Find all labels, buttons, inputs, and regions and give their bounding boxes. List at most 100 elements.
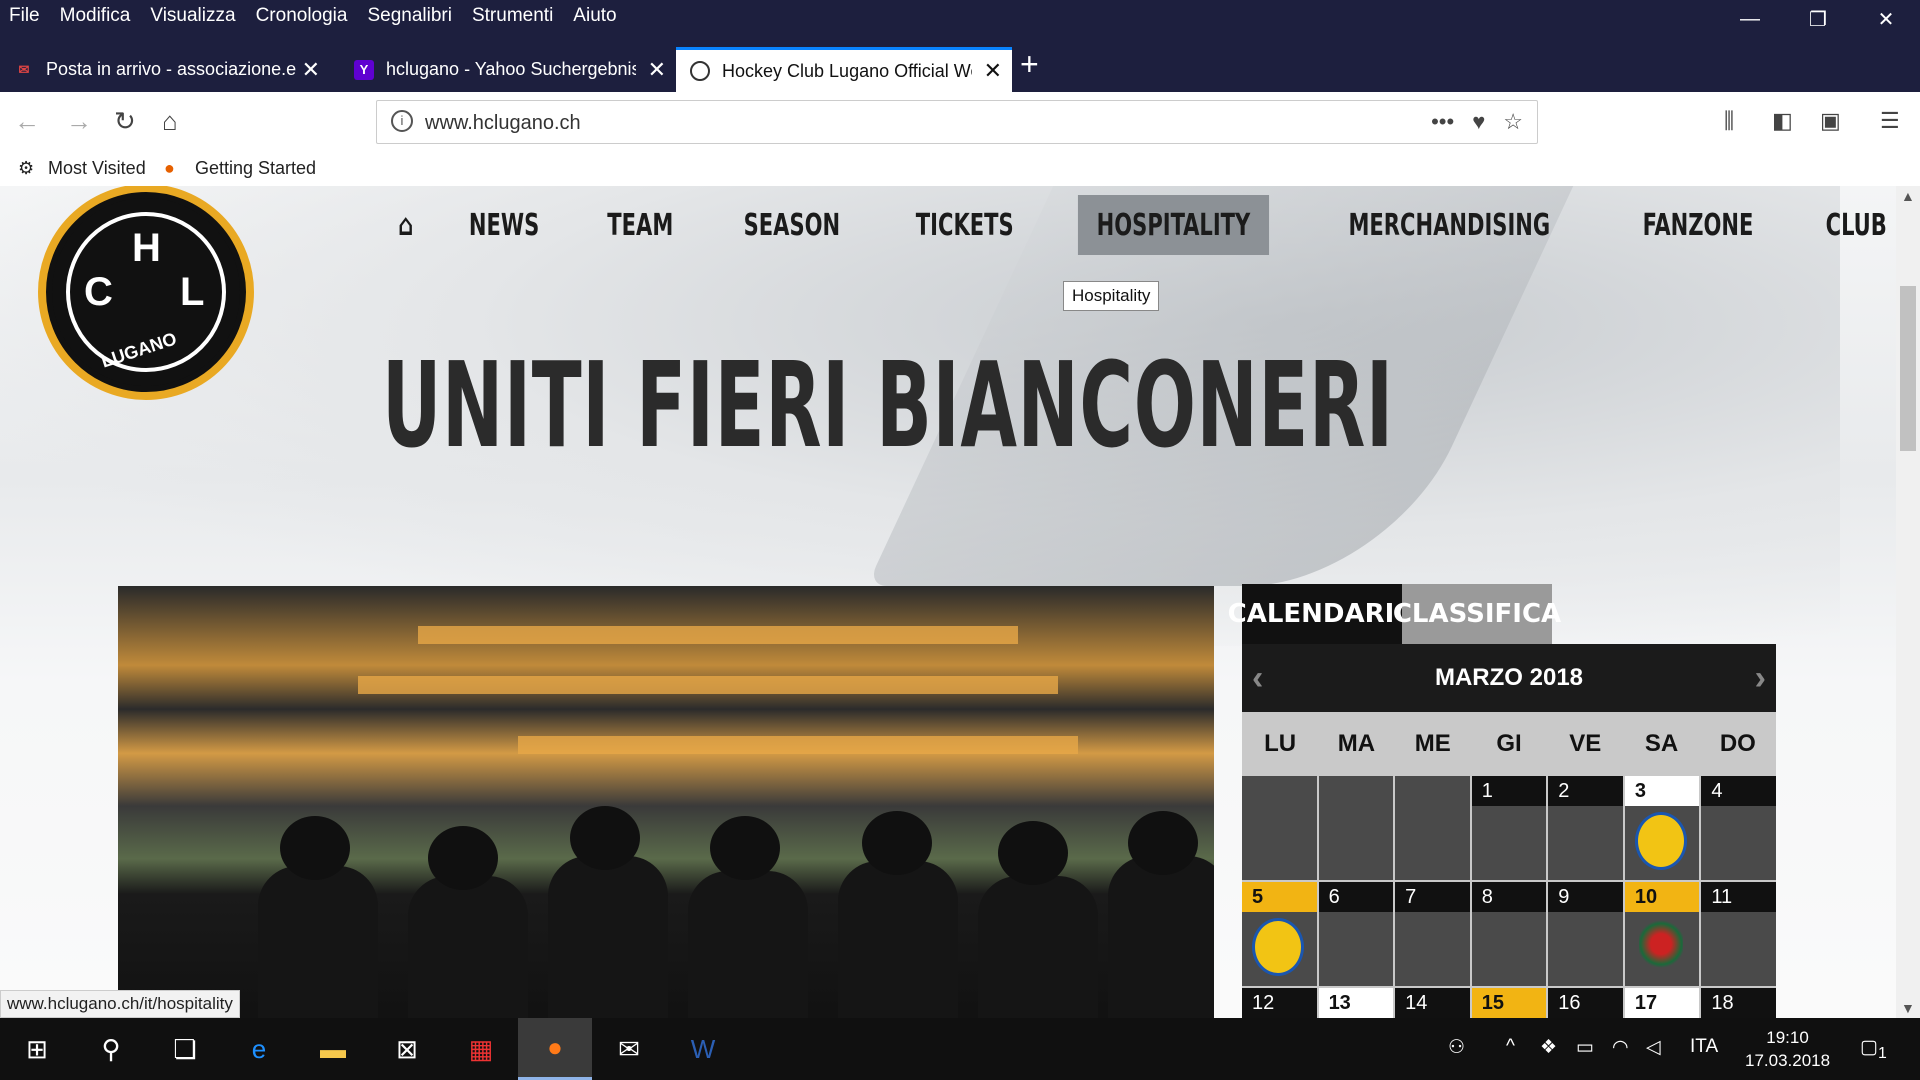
chevron-up-icon[interactable]: ^: [1506, 1036, 1515, 1058]
calendar-day[interactable]: 1: [1471, 776, 1547, 880]
restore-icon[interactable]: ❐: [1784, 0, 1852, 38]
bookmark-star-icon[interactable]: ☆: [1503, 109, 1523, 135]
menu-aiuto[interactable]: Aiuto: [573, 5, 616, 27]
calendar-day[interactable]: 16: [1548, 988, 1623, 1018]
tab-hclugano[interactable]: Hockey Club Lugano Official Web ✕: [676, 47, 1012, 92]
extension-icon[interactable]: ▣: [1820, 108, 1841, 134]
store-icon[interactable]: ⊠: [370, 1018, 444, 1080]
calendar-day[interactable]: 10: [1624, 882, 1700, 986]
task-view-icon[interactable]: ❏: [148, 1018, 222, 1080]
bookmark-getting-started[interactable]: Getting Started: [195, 158, 316, 179]
davos-logo-icon[interactable]: [1634, 812, 1687, 870]
calendar-day[interactable]: 11: [1701, 882, 1776, 986]
menu-file[interactable]: File: [9, 5, 40, 27]
url-text[interactable]: www.hclugano.ch: [425, 112, 581, 135]
close-tab-icon[interactable]: ✕: [984, 58, 1002, 84]
hamburger-menu-icon[interactable]: ☰: [1880, 108, 1900, 134]
battery-icon[interactable]: ▭: [1576, 1036, 1594, 1059]
calendar-day[interactable]: 17: [1624, 988, 1700, 1018]
calendar-day[interactable]: 8: [1471, 882, 1547, 986]
nav-fanzone[interactable]: FANZONE: [1624, 195, 1772, 255]
calendar-day[interactable]: 13: [1318, 988, 1394, 1018]
gift-icon[interactable]: ▦: [444, 1018, 518, 1080]
calendar-day[interactable]: 15: [1471, 988, 1547, 1018]
bookmark-most-visited[interactable]: Most Visited: [48, 158, 146, 179]
pocket-icon[interactable]: ♥: [1472, 109, 1485, 135]
menu-visualizza[interactable]: Visualizza: [150, 5, 235, 27]
wifi-icon[interactable]: ◠: [1612, 1036, 1629, 1059]
info-icon[interactable]: i: [391, 110, 413, 132]
menu-modifica[interactable]: Modifica: [60, 5, 131, 27]
nav-club[interactable]: CLUB: [1807, 195, 1896, 255]
volume-icon[interactable]: ◁: [1646, 1036, 1661, 1059]
davos-logo-icon[interactable]: [1252, 918, 1304, 976]
search-icon[interactable]: ⚲: [74, 1018, 148, 1080]
tab-yahoo[interactable]: Y hclugano - Yahoo Suchergebnisse ✕: [340, 47, 676, 92]
weekday-lu: LU: [1264, 730, 1297, 757]
home-nav-icon[interactable]: ⌂: [383, 195, 429, 255]
nav-merchandising[interactable]: MERCHANDISING: [1330, 195, 1569, 255]
scroll-up-icon[interactable]: ▲: [1901, 188, 1915, 204]
minimize-icon[interactable]: —: [1716, 0, 1784, 38]
page-actions-icon[interactable]: •••: [1431, 109, 1454, 135]
tab-mail[interactable]: ✉ Posta in arrivo - associazione.et ✕: [0, 47, 330, 92]
team-photo[interactable]: [118, 586, 1214, 1018]
day-number: 12: [1242, 988, 1317, 1018]
back-icon[interactable]: ←: [14, 106, 40, 137]
calendar-widget: CALENDARIO CLASSIFICA ‹ MARZO 2018 › LU M…: [1228, 584, 1776, 1018]
start-icon[interactable]: ⊞: [0, 1018, 74, 1080]
menu-segnalibri[interactable]: Segnalibri: [367, 5, 452, 27]
calendar-day[interactable]: 12: [1242, 988, 1317, 1018]
people-icon[interactable]: ⚇: [1448, 1036, 1465, 1059]
calendar-day[interactable]: 5: [1242, 882, 1317, 986]
hcl-logo[interactable]: H C L LUGANO: [38, 186, 254, 400]
scrollbar-thumb[interactable]: [1900, 286, 1916, 451]
calendar-day[interactable]: 18: [1701, 988, 1776, 1018]
close-window-icon[interactable]: ✕: [1852, 0, 1920, 38]
nav-season[interactable]: SEASON: [725, 195, 859, 255]
calendar-day[interactable]: 7: [1395, 882, 1470, 986]
language-indicator[interactable]: ITA: [1690, 1036, 1718, 1058]
calendar-day[interactable]: 9: [1548, 882, 1623, 986]
chevron-left-icon[interactable]: ‹: [1252, 644, 1263, 712]
calendar-day[interactable]: 14: [1395, 988, 1470, 1018]
nav-news[interactable]: NEWS: [451, 195, 559, 255]
menu-strumenti[interactable]: Strumenti: [472, 5, 553, 27]
notification-icon[interactable]: ▢1: [1860, 1036, 1887, 1063]
forward-icon[interactable]: →: [66, 106, 92, 137]
edge-icon[interactable]: e: [222, 1018, 296, 1080]
nav-team[interactable]: TEAM: [588, 195, 691, 255]
scrollbar[interactable]: ▲ ▼: [1896, 186, 1920, 1018]
dropbox-icon[interactable]: ❖: [1540, 1036, 1557, 1059]
library-icon[interactable]: ⫼: [1724, 108, 1734, 134]
nav-hospitality[interactable]: HOSPITALITY: [1078, 195, 1270, 255]
word-icon[interactable]: W: [666, 1018, 740, 1080]
calendar-day[interactable]: 3: [1624, 776, 1700, 880]
calendar-day[interactable]: 6: [1318, 882, 1394, 986]
reload-icon[interactable]: ↻: [114, 106, 136, 137]
close-tab-icon[interactable]: ✕: [302, 57, 320, 83]
url-bar[interactable]: i www.hclugano.ch ••• ♥ ☆: [376, 100, 1538, 144]
home-icon[interactable]: ⌂: [162, 106, 178, 137]
firefox-taskbar-icon[interactable]: ●: [518, 1018, 592, 1080]
day-number: 7: [1395, 882, 1470, 912]
file-explorer-icon[interactable]: ▬: [296, 1018, 370, 1080]
mail-icon[interactable]: ✉: [592, 1018, 666, 1080]
calendar-day[interactable]: 4: [1701, 776, 1776, 880]
menu-cronologia[interactable]: Cronologia: [256, 5, 348, 27]
calendar-day[interactable]: 2: [1548, 776, 1623, 880]
close-tab-icon[interactable]: ✕: [648, 57, 666, 83]
nav-tickets[interactable]: TICKETS: [897, 195, 1032, 255]
day-number: 6: [1318, 882, 1394, 912]
day-number: 5: [1242, 882, 1317, 912]
clock[interactable]: 19:10 17.03.2018: [1745, 1026, 1830, 1072]
scroll-down-icon[interactable]: ▼: [1901, 1000, 1915, 1016]
day-number: 18: [1701, 988, 1776, 1018]
new-tab-icon[interactable]: +: [1020, 46, 1039, 83]
tab-classifica[interactable]: CLASSIFICA: [1393, 584, 1561, 644]
tab-calendario[interactable]: CALENDARIO: [1228, 584, 1416, 644]
opponent-logo-icon[interactable]: [1638, 918, 1683, 970]
chevron-right-icon[interactable]: ›: [1755, 644, 1766, 712]
sidebar-icon[interactable]: ◧: [1772, 108, 1793, 134]
web-page: H C L LUGANO ⌂ NEWS TEAM SEASON TICKETS HOSP…: [0, 186, 1896, 1018]
